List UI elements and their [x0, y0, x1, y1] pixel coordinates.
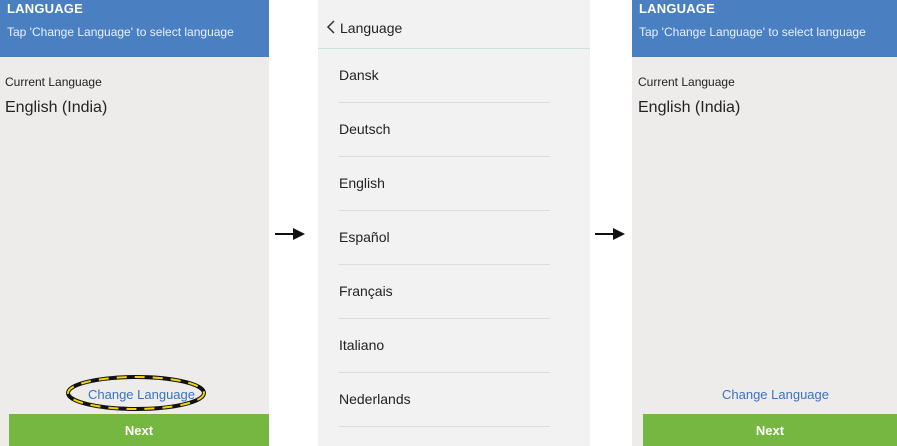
- language-screen-initial: LANGUAGE Tap 'Change Language' to select…: [0, 0, 269, 446]
- language-picker-header: Language: [318, 0, 590, 49]
- language-header: LANGUAGE Tap 'Change Language' to select…: [0, 0, 269, 57]
- language-option[interactable]: Español: [339, 211, 550, 265]
- language-option-label: Français: [339, 283, 393, 299]
- right-arrow-icon: [595, 228, 625, 240]
- language-picker-title: Language: [340, 20, 403, 36]
- language-option[interactable]: Dansk: [339, 49, 550, 103]
- current-language-label: Current Language: [638, 75, 735, 89]
- next-button[interactable]: Next: [9, 414, 269, 446]
- right-arrow-icon: [275, 228, 305, 240]
- language-option[interactable]: Italiano: [339, 319, 550, 373]
- language-option[interactable]: English: [339, 157, 550, 211]
- header-subtitle: Tap 'Change Language' to select language: [639, 25, 866, 39]
- back-chevron-icon[interactable]: [326, 20, 336, 34]
- language-picker-screen: Language Dansk Deutsch English Español F…: [318, 0, 590, 446]
- language-list: Dansk Deutsch English Español Français I…: [318, 49, 590, 427]
- language-option-label: English: [339, 175, 385, 191]
- current-language-label: Current Language: [5, 75, 102, 89]
- current-language-value: English (India): [638, 99, 741, 116]
- header-subtitle: Tap 'Change Language' to select language: [7, 25, 234, 39]
- current-language-value: English (India): [5, 99, 108, 116]
- language-header: LANGUAGE Tap 'Change Language' to select…: [632, 0, 897, 57]
- language-option-label: Deutsch: [339, 121, 391, 137]
- language-option-label: Español: [339, 229, 390, 245]
- next-button[interactable]: Next: [643, 414, 897, 446]
- language-option[interactable]: Français: [339, 265, 550, 319]
- header-title: LANGUAGE: [639, 1, 715, 16]
- language-screen-result: LANGUAGE Tap 'Change Language' to select…: [632, 0, 897, 446]
- change-language-link[interactable]: Change Language: [722, 387, 829, 402]
- change-language-link[interactable]: Change Language: [88, 387, 195, 402]
- language-option-label: Italiano: [339, 337, 385, 353]
- language-option[interactable]: Deutsch: [339, 103, 550, 157]
- header-title: LANGUAGE: [7, 1, 83, 16]
- language-option[interactable]: Nederlands: [339, 373, 550, 427]
- language-option-label: Dansk: [339, 67, 379, 83]
- language-option-label: Nederlands: [339, 391, 411, 407]
